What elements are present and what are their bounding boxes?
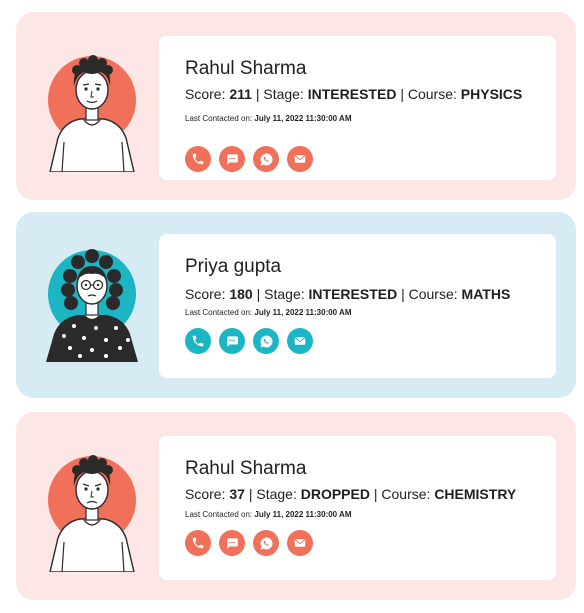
stage-value: DROPPED [300, 486, 370, 502]
mail-icon [294, 337, 306, 345]
score-value: 37 [229, 486, 245, 502]
chat-button[interactable] [219, 328, 245, 354]
last-contacted-value: July 11, 2022 11:30:00 AM [254, 114, 352, 123]
phone-icon [192, 537, 204, 549]
male-avatar-illustration [48, 455, 136, 572]
last-contacted-value: July 11, 2022 11:30:00 AM [254, 510, 352, 519]
avatar [40, 236, 156, 366]
course-value: CHEMISTRY [434, 486, 517, 502]
action-buttons [185, 530, 313, 556]
chat-icon [227, 336, 238, 347]
stage-label: Stage: [264, 286, 305, 302]
whatsapp-button[interactable] [253, 146, 279, 172]
last-contacted: Last Contacted on: July 11, 2022 11:30:0… [185, 510, 352, 519]
course-label: Course: [408, 286, 458, 302]
last-contacted-label: Last Contacted on: [185, 114, 253, 123]
whatsapp-button[interactable] [253, 328, 279, 354]
email-button[interactable] [287, 328, 313, 354]
chat-icon [227, 538, 238, 549]
last-contacted-label: Last Contacted on: [185, 510, 253, 519]
whatsapp-icon [260, 335, 272, 347]
lead-meta: Score: 180 | Stage: INTERESTED | Course:… [185, 286, 511, 302]
stage-value: INTERESTED [308, 286, 398, 302]
last-contacted: Last Contacted on: July 11, 2022 11:30:0… [185, 308, 352, 317]
whatsapp-icon [260, 153, 272, 165]
course-value: PHYSICS [460, 86, 523, 102]
course-label: Course: [407, 86, 457, 102]
stage-label: Stage: [256, 486, 297, 502]
lead-card: Priya gupta Score: 180 | Stage: INTEREST… [16, 212, 576, 398]
score-label: Score: [185, 286, 226, 302]
lead-name[interactable]: Priya gupta [185, 256, 281, 278]
call-button[interactable] [185, 146, 211, 172]
lead-card: Rahul Sharma Score: 211 | Stage: INTERES… [16, 12, 576, 200]
lead-meta: Score: 211 | Stage: INTERESTED | Course:… [185, 86, 523, 102]
avatar [40, 442, 156, 572]
lead-info-panel: Rahul Sharma Score: 37 | Stage: DROPPED … [159, 436, 556, 580]
score-label: Score: [185, 86, 226, 102]
lead-name[interactable]: Rahul Sharma [185, 58, 306, 80]
lead-card: Rahul Sharma Score: 37 | Stage: DROPPED … [16, 412, 576, 600]
last-contacted: Last Contacted on: July 11, 2022 11:30:0… [185, 114, 352, 123]
chat-button[interactable] [219, 146, 245, 172]
email-button[interactable] [287, 530, 313, 556]
score-value: 180 [229, 286, 253, 302]
avatar [40, 42, 156, 172]
call-button[interactable] [185, 328, 211, 354]
phone-icon [192, 153, 204, 165]
male-avatar-illustration [48, 55, 136, 172]
chat-icon [227, 154, 238, 165]
stage-label: Stage: [263, 86, 304, 102]
phone-icon [192, 335, 204, 347]
female-avatar-illustration [46, 249, 138, 362]
action-buttons [185, 146, 313, 172]
last-contacted-value: July 11, 2022 11:30:00 AM [254, 308, 352, 317]
lead-name[interactable]: Rahul Sharma [185, 458, 306, 480]
lead-meta: Score: 37 | Stage: DROPPED | Course: CHE… [185, 486, 517, 502]
whatsapp-button[interactable] [253, 530, 279, 556]
stage-value: INTERESTED [307, 86, 397, 102]
email-button[interactable] [287, 146, 313, 172]
call-button[interactable] [185, 530, 211, 556]
mail-icon [294, 155, 306, 163]
score-label: Score: [185, 486, 226, 502]
chat-button[interactable] [219, 530, 245, 556]
action-buttons [185, 328, 313, 354]
score-value: 211 [229, 86, 252, 102]
lead-info-panel: Rahul Sharma Score: 211 | Stage: INTERES… [159, 36, 556, 180]
course-label: Course: [381, 486, 431, 502]
course-value: MATHS [461, 286, 511, 302]
lead-info-panel: Priya gupta Score: 180 | Stage: INTEREST… [159, 234, 556, 378]
mail-icon [294, 539, 306, 547]
last-contacted-label: Last Contacted on: [185, 308, 253, 317]
whatsapp-icon [260, 537, 272, 549]
